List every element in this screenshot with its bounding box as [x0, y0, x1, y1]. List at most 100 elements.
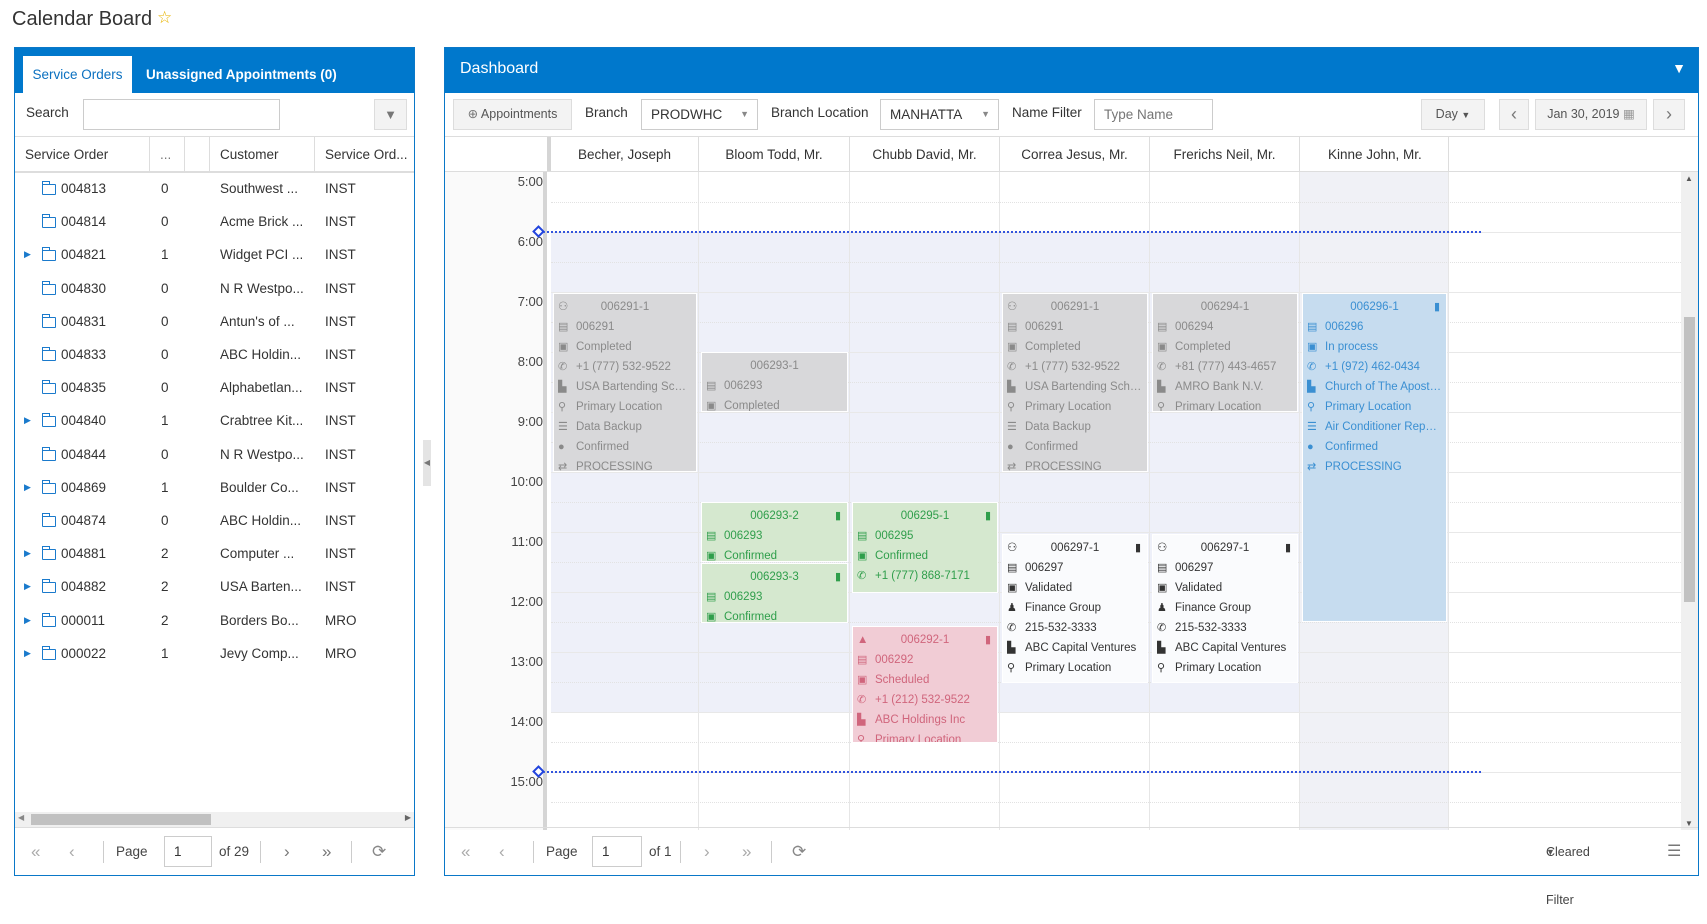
table-row[interactable]: ▶ 000022 1 Jevy Comp... MRO	[15, 637, 414, 670]
scroll-right-icon[interactable]: ▶	[405, 813, 411, 822]
refresh-icon[interactable]: ⟳	[372, 828, 386, 876]
search-input[interactable]	[83, 99, 280, 130]
expand-icon[interactable]: ▶	[24, 537, 31, 570]
table-row[interactable]: ▶ 004840 1 Crabtree Kit... INST	[15, 404, 414, 437]
service-order-link[interactable]: 004833	[61, 338, 106, 371]
expand-icon[interactable]: ▶	[24, 604, 31, 637]
last-page-icon[interactable]: »	[322, 828, 331, 876]
table-row[interactable]: 004831 0 Antun's of ... INST	[15, 305, 414, 338]
vertical-scrollbar[interactable]: ▲ ▼	[1681, 172, 1698, 830]
table-row[interactable]: ▶ 004882 2 USA Barten... INST	[15, 570, 414, 603]
resource-header[interactable]: Bloom Todd, Mr.	[699, 137, 850, 172]
list-view-icon[interactable]: ☰	[1667, 828, 1681, 876]
add-appointments-button[interactable]: ⊕ Appointments	[453, 99, 572, 130]
appointment-card[interactable]: ⚇ 006297-1 ▮ ▤ 006297 ▣ Validated ♟ Finance Grou…	[1152, 534, 1298, 683]
trash-icon[interactable]: ▮	[835, 567, 841, 587]
previous-date-button[interactable]: ‹	[1499, 99, 1529, 130]
column-header-blank[interactable]	[185, 137, 210, 172]
first-page-icon[interactable]: «	[461, 828, 470, 876]
tab-unassigned-appointments[interactable]: Unassigned Appointments (0)	[146, 56, 337, 93]
first-page-icon[interactable]: «	[31, 828, 40, 876]
branch-location-select[interactable]: MANHATTA ▼	[880, 99, 999, 130]
service-order-link[interactable]: 000022	[61, 637, 106, 670]
column-header-count[interactable]: ...	[150, 137, 185, 172]
service-order-link[interactable]: 004881	[61, 537, 106, 570]
expand-icon[interactable]: ▶	[24, 471, 31, 504]
table-row[interactable]: ▶ 004869 1 Boulder Co... INST	[15, 471, 414, 504]
resource-header[interactable]: Kinne John, Mr.	[1300, 137, 1449, 172]
table-row[interactable]: ▶ 004881 2 Computer ... INST	[15, 537, 414, 570]
service-order-link[interactable]: 004869	[61, 471, 106, 504]
service-order-link[interactable]: 004821	[61, 238, 106, 271]
service-order-link[interactable]: 004830	[61, 272, 106, 305]
appointment-card[interactable]: ⚇ 006291-1 ▤ 006291 ▣ Completed ✆ +1 (777) 532-…	[1002, 293, 1148, 472]
scroll-left-icon[interactable]: ◀	[18, 813, 24, 822]
trash-icon[interactable]: ▮	[985, 506, 991, 526]
table-row[interactable]: 004874 0 ABC Holdin... INST	[15, 504, 414, 537]
expand-icon[interactable]: ▶	[24, 570, 31, 603]
service-order-link[interactable]: 004814	[61, 205, 106, 238]
table-row[interactable]: ▶ 000011 2 Borders Bo... MRO	[15, 604, 414, 637]
appointment-card[interactable]: 006293-3 ▮ ▤ 006293 ▣ Confirmed	[701, 563, 848, 623]
appointment-card[interactable]: 006296-1 ▮ ▤ 006296 ▣ In process ✆ +1 (972) 462…	[1302, 293, 1447, 622]
branch-select[interactable]: PRODWHC ▼	[641, 99, 758, 130]
view-select[interactable]: Day ▼	[1421, 99, 1485, 130]
table-row[interactable]: 004814 0 Acme Brick ... INST	[15, 205, 414, 238]
service-order-link[interactable]: 004813	[61, 172, 106, 205]
date-picker[interactable]: Jan 30, 2019 ▦	[1535, 99, 1647, 130]
service-order-link[interactable]: 004831	[61, 305, 106, 338]
filter-button[interactable]: ▼	[374, 99, 407, 130]
expand-icon[interactable]: ▶	[24, 637, 31, 670]
trash-icon[interactable]: ▮	[985, 630, 991, 650]
resource-header[interactable]: Frerichs Neil, Mr.	[1150, 137, 1300, 172]
scroll-up-icon[interactable]: ▲	[1685, 174, 1693, 183]
appointment-card[interactable]: 006293-2 ▮ ▤ 006293 ▣ Confirmed	[701, 502, 848, 562]
next-page-icon[interactable]: ›	[284, 828, 290, 876]
table-row[interactable]: ▶ 004821 1 Widget PCI ... INST	[15, 238, 414, 271]
refresh-icon[interactable]: ⟳	[792, 828, 806, 876]
scrollbar-thumb[interactable]	[1684, 317, 1695, 602]
next-page-icon[interactable]: ›	[704, 828, 710, 876]
service-order-link[interactable]: 004844	[61, 438, 106, 471]
expand-icon[interactable]: ▶	[24, 238, 31, 271]
prev-page-icon[interactable]: ‹	[499, 828, 505, 876]
scrollbar-thumb[interactable]	[31, 814, 211, 825]
schedule-grid[interactable]: 5:00 6:00 7:00 8:00 9:00 10:00 11:00 12:00 13:00…	[445, 172, 1681, 830]
appointment-card[interactable]: ⚇ 006291-1 ▤ 006291 ▣ Completed ✆ +1 (777) 532-…	[553, 293, 697, 472]
resource-header[interactable]: Correa Jesus, Mr.	[1000, 137, 1150, 172]
filter-icon[interactable]: ▼	[1672, 60, 1686, 76]
service-order-link[interactable]: 004835	[61, 371, 106, 404]
favorite-star-icon[interactable]: ☆	[157, 8, 172, 28]
table-row[interactable]: 004833 0 ABC Holdin... INST	[15, 338, 414, 371]
panel-splitter[interactable]: ◀	[423, 440, 431, 486]
table-row[interactable]: 004844 0 N R Westpo... INST	[15, 438, 414, 471]
appointment-card[interactable]: 006293-1 ▤ 006293 ▣ Completed	[701, 352, 848, 412]
page-input[interactable]	[592, 836, 642, 867]
column-header-service-order[interactable]: Service Order	[15, 137, 150, 172]
prev-page-icon[interactable]: ‹	[69, 828, 75, 876]
appointment-card[interactable]: ▲ 006292-1 ▮ ▤ 006292 ▣ Scheduled ✆ +1 (212) 532…	[852, 626, 998, 743]
horizontal-scrollbar[interactable]: ◀ ▶	[15, 812, 414, 827]
table-row[interactable]: 004835 0 Alphabetlan... INST	[15, 371, 414, 404]
expand-icon[interactable]: ▶	[24, 404, 31, 437]
trash-icon[interactable]: ▮	[835, 506, 841, 526]
table-row[interactable]: 004813 0 Southwest ... INST	[15, 172, 414, 205]
appointment-card[interactable]: 006295-1 ▮ ▤ 006295 ▣ Confirmed ✆ +1 (777) 868-…	[852, 502, 998, 593]
service-order-link[interactable]: 000011	[61, 604, 105, 637]
service-order-link[interactable]: 004840	[61, 404, 106, 437]
page-input[interactable]	[164, 836, 212, 867]
last-page-icon[interactable]: »	[742, 828, 751, 876]
service-order-link[interactable]: 004882	[61, 570, 106, 603]
table-row[interactable]: 004830 0 N R Westpo... INST	[15, 272, 414, 305]
column-header-customer[interactable]: Customer	[210, 137, 315, 172]
resource-header[interactable]: Becher, Joseph	[551, 137, 699, 172]
appointment-card[interactable]: 006294-1 ▤ 006294 ▣ Completed ✆ +81 (777) 443-…	[1152, 293, 1298, 412]
trash-icon[interactable]: ▮	[1434, 297, 1440, 317]
trash-icon[interactable]: ▮	[1135, 538, 1141, 558]
name-filter-input[interactable]	[1094, 99, 1213, 130]
appointment-card[interactable]: ⚇ 006297-1 ▮ ▤ 006297 ▣ Validated ♟ Finance Grou…	[1002, 534, 1148, 683]
trash-icon[interactable]: ▮	[1285, 538, 1291, 558]
column-header-service-order-type[interactable]: Service Ord...	[315, 137, 415, 172]
resource-header[interactable]: Chubb David, Mr.	[850, 137, 1000, 172]
tab-service-orders[interactable]: Service Orders	[23, 56, 132, 93]
